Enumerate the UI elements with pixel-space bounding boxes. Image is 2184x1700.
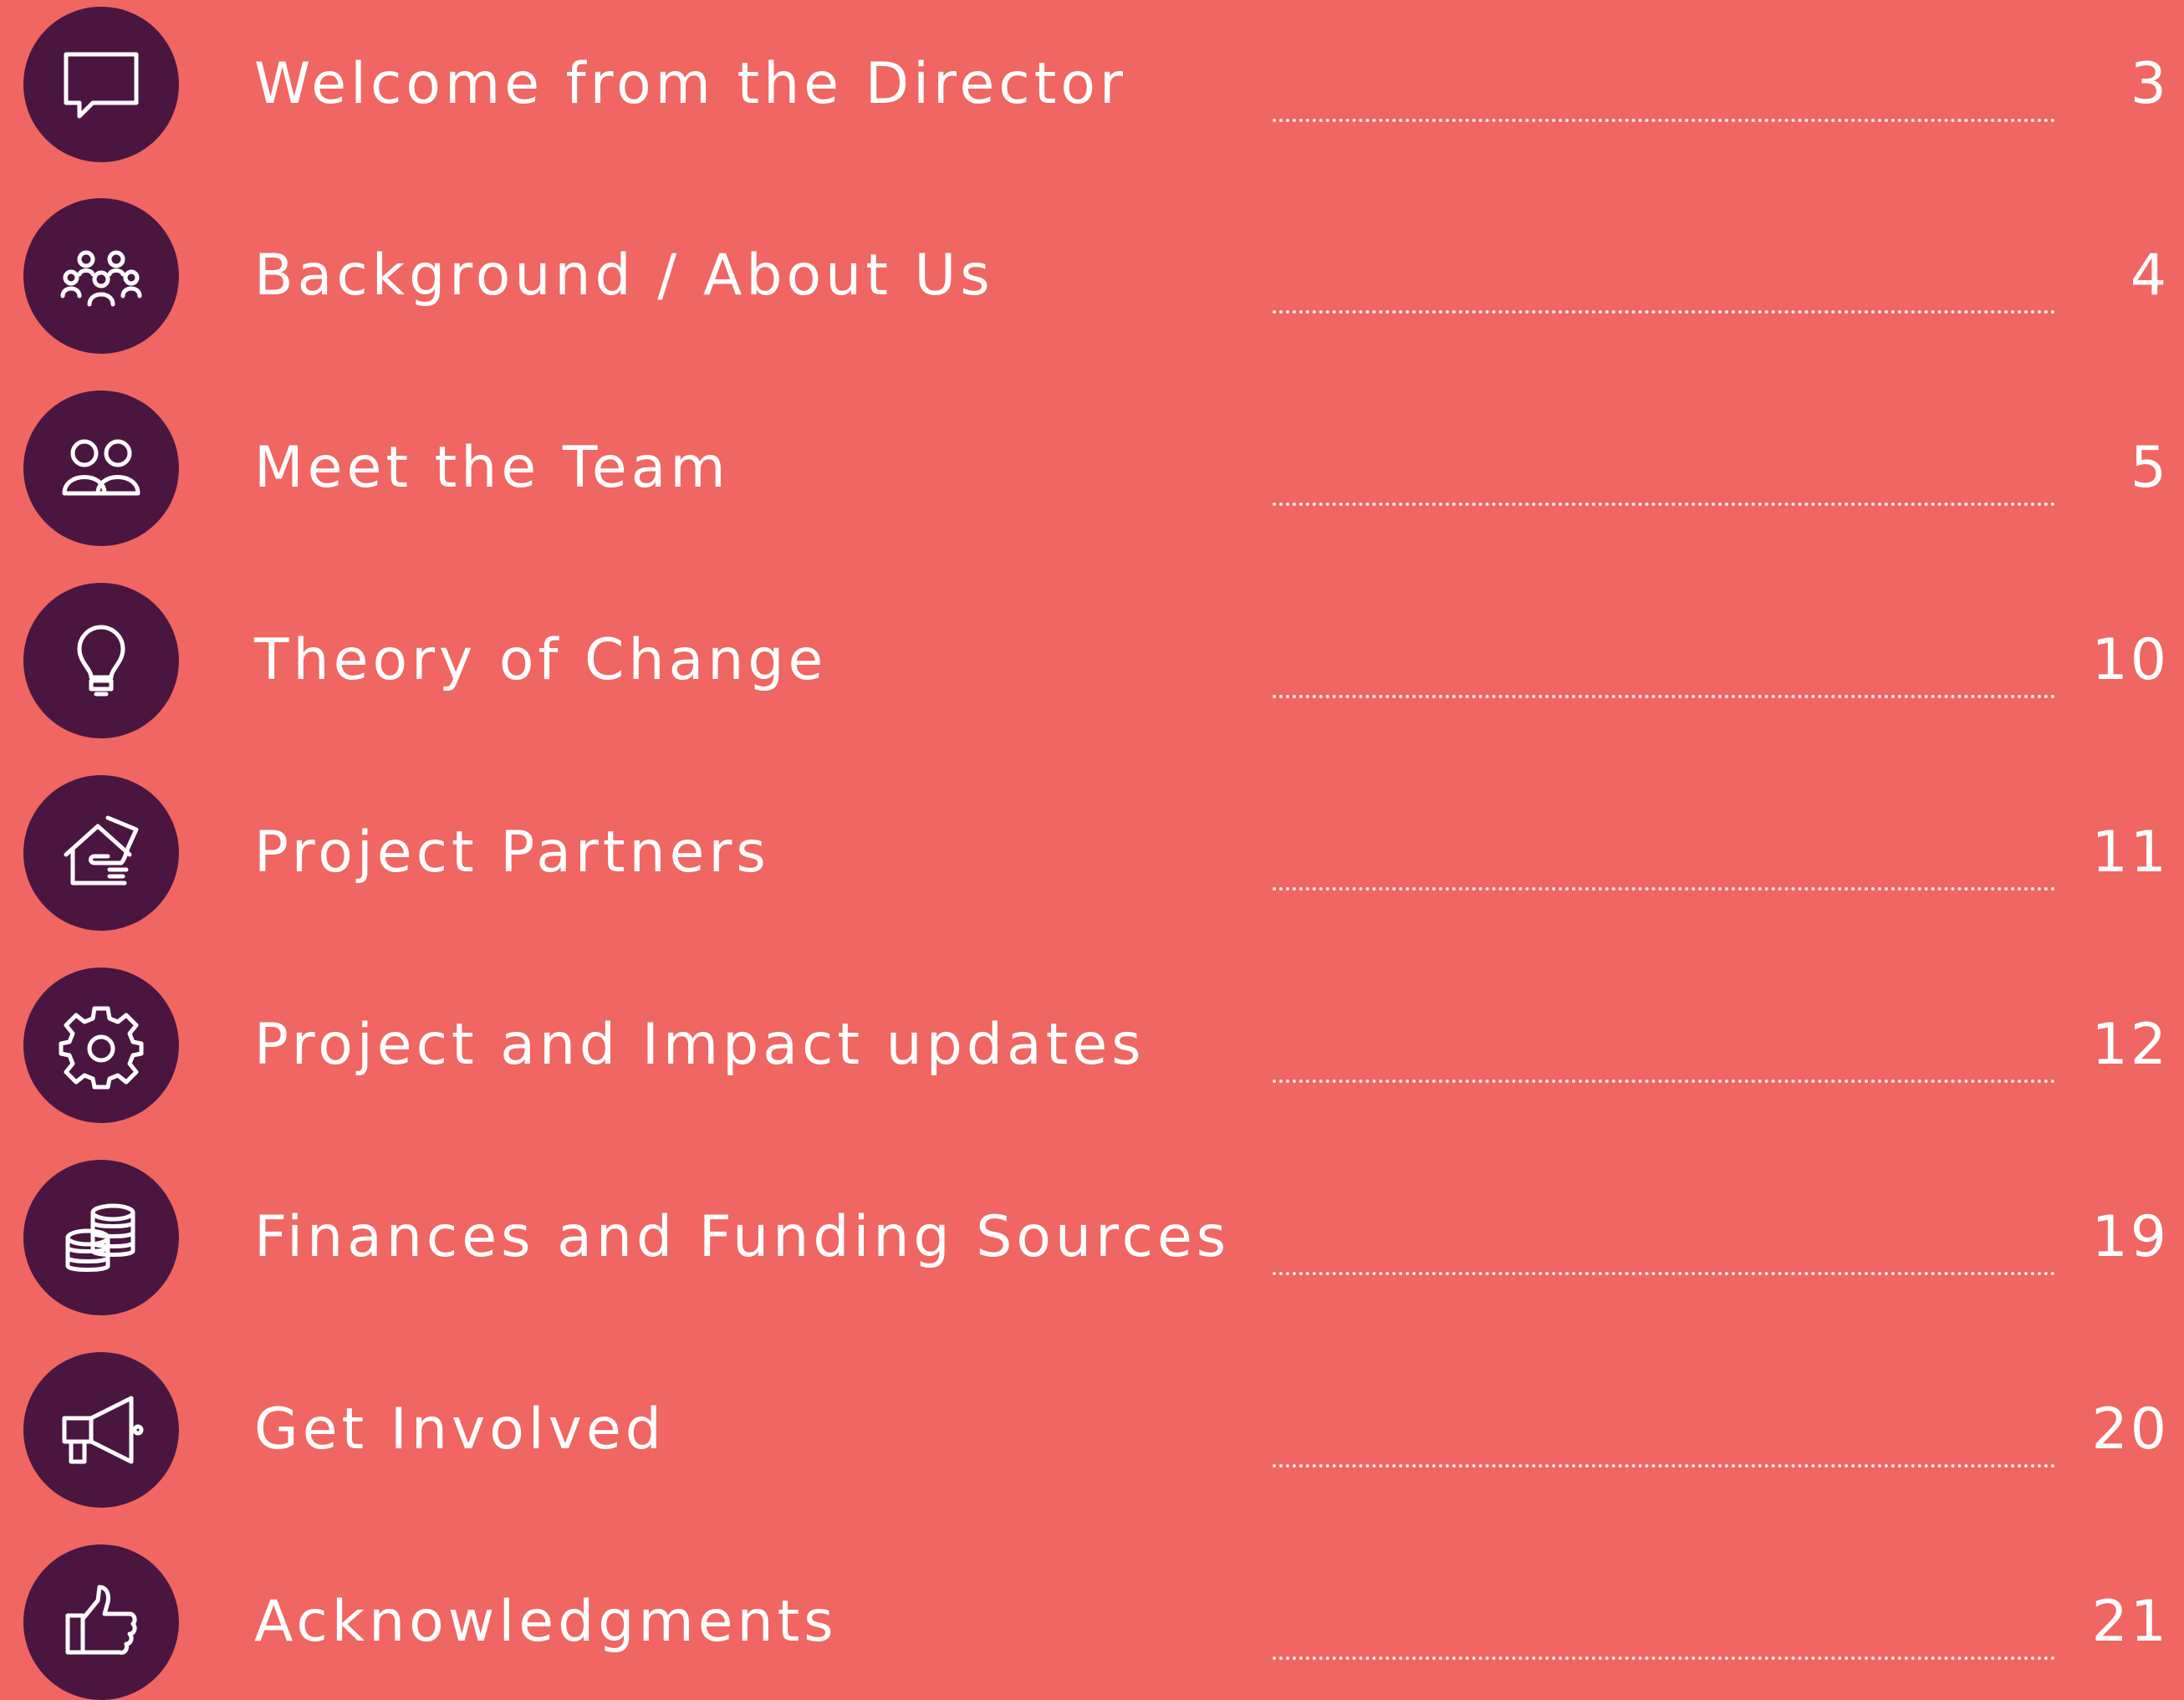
- toc-page-number: 21: [2091, 1589, 2169, 1655]
- icon-circle: [23, 1160, 179, 1315]
- toc-page-number: 10: [2091, 627, 2169, 693]
- dotted-leader: [1273, 1464, 2055, 1468]
- toc-entry-acknowledgments[interactable]: Acknowledgments 21: [0, 1544, 2184, 1700]
- toc-entry-title: Finances and Funding Sources: [254, 1204, 1231, 1270]
- dotted-leader: [1273, 1080, 2055, 1083]
- toc-entry-title: Get Involved: [254, 1396, 666, 1463]
- toc-entry-title: Project Partners: [254, 819, 770, 886]
- icon-circle: [23, 7, 179, 162]
- toc-entry-partners[interactable]: Project Partners 11: [0, 775, 2184, 931]
- speech-bubble-icon: [64, 52, 139, 119]
- icon-circle: [23, 583, 179, 738]
- megaphone-icon: [62, 1396, 144, 1464]
- icon-circle: [23, 967, 179, 1123]
- dotted-leader: [1273, 1657, 2055, 1660]
- hand-house-icon: [64, 815, 139, 886]
- icon-circle: [23, 198, 179, 354]
- dotted-leader: [1273, 695, 2055, 698]
- toc-entry-theory[interactable]: Theory of Change 10: [0, 583, 2184, 738]
- coin-stacks-icon: [65, 1203, 135, 1272]
- toc-page-number: 3: [2130, 51, 2169, 117]
- dotted-leader: [1273, 503, 2055, 506]
- toc-entry-team[interactable]: Meet the Team 5: [0, 391, 2184, 546]
- toc-page-number: 5: [2130, 435, 2169, 501]
- icon-circle: [23, 1352, 179, 1508]
- toc-page-number: 19: [2091, 1204, 2169, 1270]
- dotted-leader: [1273, 887, 2055, 891]
- toc-entry-title: Meet the Team: [254, 435, 730, 501]
- table-of-contents: Welcome from the Director 3 Background /…: [0, 0, 2184, 1700]
- toc-page-number: 11: [2091, 819, 2169, 886]
- toc-entry-title: Project and Impact updates: [254, 1012, 1146, 1078]
- lightbulb-icon: [77, 625, 125, 697]
- thumbs-up-icon: [65, 1585, 137, 1655]
- dotted-leader: [1273, 1272, 2055, 1275]
- two-people-icon: [62, 439, 140, 496]
- icon-circle: [23, 1544, 179, 1700]
- toc-entry-title: Welcome from the Director: [254, 51, 1127, 117]
- toc-page-number: 12: [2091, 1012, 2169, 1078]
- toc-entry-background[interactable]: Background / About Us 4: [0, 198, 2184, 354]
- dotted-leader: [1273, 119, 2055, 122]
- community-group-icon: [60, 250, 142, 307]
- dotted-leader: [1273, 310, 2055, 314]
- toc-entry-finances[interactable]: Finances and Funding Sources 19: [0, 1160, 2184, 1315]
- toc-entry-updates[interactable]: Project and Impact updates 12: [0, 967, 2184, 1123]
- toc-entry-title: Background / About Us: [254, 242, 994, 309]
- toc-entry-title: Acknowledgments: [254, 1589, 838, 1655]
- icon-circle: [23, 775, 179, 931]
- icon-circle: [23, 391, 179, 546]
- toc-entry-welcome[interactable]: Welcome from the Director 3: [0, 7, 2184, 162]
- toc-page-number: 4: [2130, 242, 2169, 309]
- toc-page-number: 20: [2091, 1396, 2169, 1463]
- gear-icon: [59, 1006, 144, 1090]
- toc-entry-title: Theory of Change: [254, 627, 828, 693]
- toc-entry-get-involved[interactable]: Get Involved 20: [0, 1352, 2184, 1508]
